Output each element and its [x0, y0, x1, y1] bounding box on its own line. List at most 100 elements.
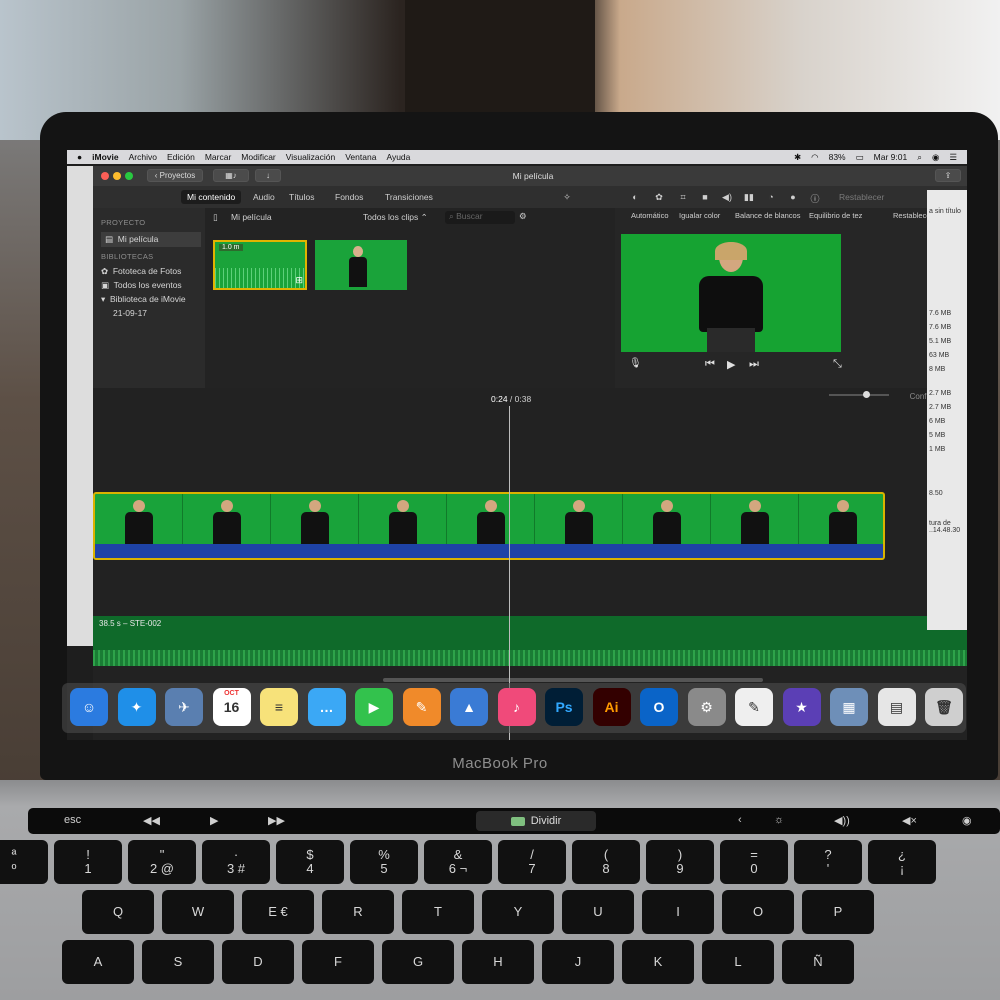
system-preferences-icon[interactable]: ⚙	[687, 688, 726, 726]
key-e[interactable]: E €	[242, 890, 314, 934]
sidebar-item-event-date[interactable]: 21-09-17	[113, 308, 213, 318]
itunes-icon[interactable]: ♪	[497, 688, 536, 726]
menu-view[interactable]: Visualización	[286, 152, 335, 162]
key-row1[interactable]: · 3 #	[202, 840, 270, 884]
key-s[interactable]: S	[142, 940, 214, 984]
key-l[interactable]: L	[702, 940, 774, 984]
zoom-slider[interactable]	[829, 391, 889, 398]
key-row1[interactable]: ! 1	[54, 840, 122, 884]
key-row1[interactable]: " 2 @	[128, 840, 196, 884]
key-q[interactable]: Q	[82, 890, 154, 934]
gear-icon[interactable]: ⚙	[519, 211, 527, 222]
key-i[interactable]: I	[642, 890, 714, 934]
key-f[interactable]: F	[302, 940, 374, 984]
menu-file[interactable]: Archivo	[129, 152, 157, 162]
adjust-skin-tone-button[interactable]: Equilibrio de tez	[809, 211, 862, 220]
key-row1[interactable]: ) 9	[646, 840, 714, 884]
add-clip-icon[interactable]: ⊞	[295, 275, 303, 286]
chevron-left-icon[interactable]: ‹	[738, 814, 742, 826]
key-row1[interactable]: ¿ ¡	[868, 840, 936, 884]
key-p[interactable]: P	[802, 890, 874, 934]
safari-icon[interactable]: ✦	[117, 688, 156, 726]
adjust-match-color-button[interactable]: Igualar color	[679, 211, 720, 220]
siri-icon[interactable]: ◉	[962, 814, 972, 827]
key-row1[interactable]: ? '	[794, 840, 862, 884]
zoom-slider-handle[interactable]	[863, 391, 870, 398]
clip-filter-select[interactable]: Todos los clips ⌃	[363, 212, 428, 223]
wifi-icon[interactable]: ◠	[811, 152, 818, 163]
photo-app-icon[interactable]: ✈	[165, 688, 203, 726]
messages-icon[interactable]: …	[307, 688, 346, 726]
volume-icon[interactable]: ◀)	[721, 192, 733, 203]
minimize-window-button[interactable]	[113, 172, 121, 180]
key-h[interactable]: H	[462, 940, 534, 984]
crop-icon[interactable]: ⌗	[677, 192, 689, 203]
key-row1[interactable]: (8	[572, 840, 640, 884]
key-d[interactable]: D	[222, 940, 294, 984]
finder-icon[interactable]: ☺	[70, 688, 108, 726]
key-row1[interactable]: % 5	[350, 840, 418, 884]
notes-icon[interactable]: ≡	[260, 688, 298, 726]
sidebar-item-all-events[interactable]: ▣ Todos los eventos	[101, 280, 201, 291]
bluetooth-icon[interactable]: ✱	[794, 152, 801, 163]
color-balance-icon[interactable]: ◐	[629, 192, 641, 203]
restore-top-button[interactable]: Restablecer	[839, 192, 884, 202]
menu-window[interactable]: Ventana	[345, 152, 376, 162]
sidebar-item-my-movie[interactable]: ▤ Mi película	[101, 232, 201, 247]
photoshop-icon[interactable]: Ps	[545, 688, 583, 726]
key-y[interactable]: Y	[482, 890, 554, 934]
menu-edit[interactable]: Edición	[167, 152, 195, 162]
media-view-button[interactable]: ▦♪	[213, 169, 249, 182]
key-u[interactable]: U	[562, 890, 634, 934]
clip-thumbnail-audio[interactable]: 1.0 m ⊞	[213, 240, 307, 290]
speed-icon[interactable]: ◔	[765, 192, 777, 203]
touchbar-esc-key[interactable]: esc	[64, 814, 81, 826]
apple-icon[interactable]: ●	[77, 152, 82, 162]
tab-audio[interactable]: Audio	[253, 192, 275, 202]
fullscreen-icon[interactable]: ⤡	[833, 358, 842, 371]
projects-back-button[interactable]: ‹ Proyectos	[147, 169, 203, 182]
skip-forward-icon[interactable]: ⏭︎	[749, 358, 759, 371]
keynote-icon[interactable]: ▲	[450, 688, 488, 726]
key-row1[interactable]: ªº	[0, 840, 48, 884]
notification-icon[interactable]: ☰	[949, 152, 957, 163]
calendar-icon[interactable]: OCT 16	[212, 688, 251, 726]
filter-icon[interactable]: ●	[787, 192, 799, 203]
textedit-icon[interactable]: ✎	[735, 688, 773, 726]
battery-icon[interactable]: ▭	[856, 152, 864, 163]
outlook-icon[interactable]: O	[640, 688, 678, 726]
mute-icon[interactable]: ◀×	[902, 814, 917, 827]
sidebar-item-photos-library[interactable]: ✿ Fototeca de Fotos	[101, 266, 201, 277]
trash-icon[interactable]: 🗑	[925, 688, 963, 726]
tab-my-content[interactable]: Mi contenido	[181, 190, 242, 204]
key-r[interactable]: R	[322, 890, 394, 934]
play-icon[interactable]: ▶	[727, 358, 735, 371]
search-input[interactable]: ⌕ Buscar	[445, 211, 515, 224]
clip-thumbnail-video[interactable]	[315, 240, 407, 290]
facetime-icon[interactable]: ▶	[355, 688, 393, 726]
share-button[interactable]: ⇪	[935, 169, 961, 182]
key-row1[interactable]: $4	[276, 840, 344, 884]
key-o[interactable]: O	[722, 890, 794, 934]
zoom-window-button[interactable]	[125, 172, 133, 180]
microphone-icon[interactable]: 🎙︎	[629, 358, 642, 369]
touchbar-split-button[interactable]: Dividir	[476, 811, 596, 831]
tab-transitions[interactable]: Transiciones	[385, 192, 433, 202]
tab-backgrounds[interactable]: Fondos	[335, 192, 363, 202]
magic-wand-icon[interactable]: ✧	[561, 192, 573, 203]
equalizer-icon[interactable]: ▮▮	[743, 192, 755, 203]
sidebar-item-imovie-library[interactable]: ▾ Biblioteca de iMovie	[101, 294, 201, 305]
key-t[interactable]: T	[402, 890, 474, 934]
preview-icon[interactable]: ▦	[830, 688, 868, 726]
pages-icon[interactable]: ✎	[402, 688, 441, 726]
key-row1[interactable]: & 6 ¬	[424, 840, 492, 884]
key-row1[interactable]: = 0	[720, 840, 788, 884]
document-icon[interactable]: ▤	[877, 688, 916, 726]
menu-modify[interactable]: Modificar	[241, 152, 275, 162]
imovie-icon[interactable]: ★	[782, 688, 821, 726]
key-k[interactable]: K	[622, 940, 694, 984]
fast-forward-icon[interactable]: ▶▶	[268, 814, 285, 827]
brightness-icon[interactable]: ☼	[774, 814, 784, 826]
stabilization-icon[interactable]: ■	[699, 192, 711, 203]
play-pause-icon[interactable]: ▶	[210, 814, 218, 827]
